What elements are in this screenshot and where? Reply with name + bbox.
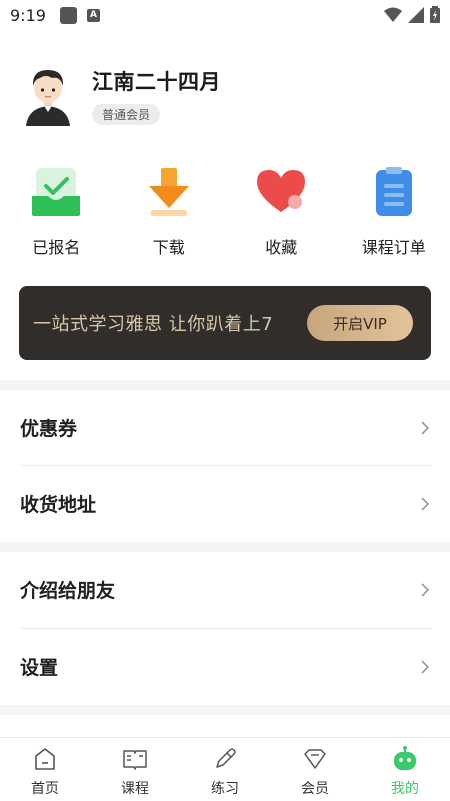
menu-item-label: 设置 xyxy=(20,657,59,679)
tab-label: 我的 xyxy=(391,781,419,797)
chevron-right-icon xyxy=(421,420,430,435)
membership-badge: 普通会员 xyxy=(92,103,161,125)
tab-mine[interactable]: 我的 xyxy=(360,738,450,801)
section-gap xyxy=(0,705,450,715)
download-icon xyxy=(148,168,189,216)
notification-icon xyxy=(59,6,77,24)
diamond-icon xyxy=(304,749,326,769)
battery-icon xyxy=(430,6,440,23)
app-a-icon: A xyxy=(86,8,100,22)
tab-practice[interactable]: 练习 xyxy=(180,738,270,801)
book-icon xyxy=(123,750,147,770)
menu-item-address[interactable]: 收货地址 xyxy=(0,466,450,541)
status-bar: 9:19 A xyxy=(0,0,450,30)
quick-enrolled[interactable]: 已报名 xyxy=(0,166,113,258)
tab-label: 会员 xyxy=(301,781,329,797)
menu-item-settings[interactable]: 设置 xyxy=(0,629,450,704)
quick-orders[interactable]: 课程订单 xyxy=(338,166,450,258)
chevron-right-icon xyxy=(421,496,430,511)
quick-enrolled-label: 已报名 xyxy=(32,238,81,257)
bottom-nav: 首页 课程 练习 会员 我的 xyxy=(0,737,450,801)
quick-favorites-label: 收藏 xyxy=(265,238,298,257)
menu-item-label: 收货地址 xyxy=(20,494,97,516)
quick-favorites[interactable]: 收藏 xyxy=(225,166,338,258)
chevron-right-icon xyxy=(421,582,430,597)
user-name: 江南二十四月 xyxy=(92,69,221,94)
vip-slogan: 一站式学习雅思 让你趴着上7 xyxy=(33,314,274,335)
tab-label: 课程 xyxy=(121,781,149,797)
chevron-right-icon xyxy=(421,659,430,674)
quick-actions: 已报名 下载 收藏 课程订单 xyxy=(0,166,450,258)
tab-courses[interactable]: 课程 xyxy=(90,738,180,801)
robot-icon xyxy=(394,746,416,770)
menu-item-label: 介绍给朋友 xyxy=(20,580,116,602)
heart-icon xyxy=(257,170,306,212)
menu-item-share[interactable]: 介绍给朋友 xyxy=(0,552,450,627)
tab-label: 首页 xyxy=(31,781,59,797)
status-time: 9:19 xyxy=(10,5,46,25)
pencil-icon xyxy=(216,748,236,768)
quick-download[interactable]: 下载 xyxy=(113,166,226,258)
tab-home[interactable]: 首页 xyxy=(0,738,90,801)
quick-download-label: 下载 xyxy=(152,238,185,257)
menu-item-coupons[interactable]: 优惠券 xyxy=(0,390,450,465)
wifi-icon xyxy=(384,7,402,22)
profile-header[interactable]: 江南二十四月 普通会员 xyxy=(22,64,221,126)
section-gap xyxy=(0,380,450,390)
tab-label: 练习 xyxy=(211,781,239,797)
menu-item-label: 优惠券 xyxy=(20,418,78,440)
open-vip-button[interactable]: 开启VIP xyxy=(307,305,413,341)
vip-banner[interactable]: 一站式学习雅思 让你趴着上7 开启VIP xyxy=(19,286,431,360)
clipboard-icon xyxy=(375,167,412,216)
profile-info: 江南二十四月 普通会员 xyxy=(92,66,221,125)
tab-membership[interactable]: 会员 xyxy=(270,738,360,801)
section-gap xyxy=(0,542,450,552)
signal-icon xyxy=(408,6,424,23)
quick-orders-label: 课程订单 xyxy=(361,238,426,257)
avatar[interactable] xyxy=(22,64,74,126)
home-icon xyxy=(35,748,55,770)
enrolled-icon xyxy=(32,168,81,216)
